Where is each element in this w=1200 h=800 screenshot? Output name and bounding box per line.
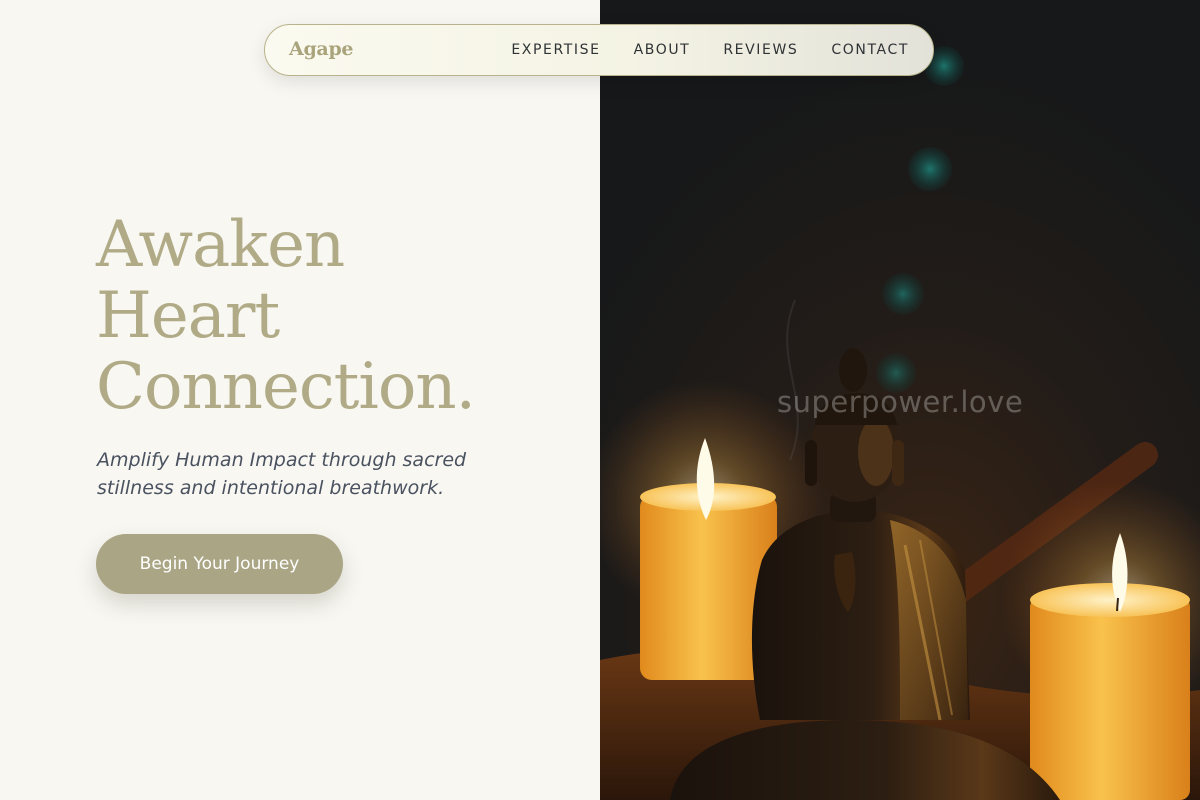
hero-left-panel: Awaken Heart Connection. Amplify Human I… xyxy=(0,0,600,800)
watermark-text: superpower.love xyxy=(777,385,1024,419)
top-navbar: Agape EXPERTISE ABOUT REVIEWS CONTACT xyxy=(264,24,934,76)
nav-links: EXPERTISE ABOUT REVIEWS CONTACT xyxy=(511,42,909,58)
landing-page: Awaken Heart Connection. Amplify Human I… xyxy=(0,0,1200,800)
nav-link-contact[interactable]: CONTACT xyxy=(831,42,909,58)
nav-link-expertise[interactable]: EXPERTISE xyxy=(511,42,600,58)
nav-link-reviews[interactable]: REVIEWS xyxy=(723,42,798,58)
hero-title: Awaken Heart Connection. xyxy=(96,208,476,424)
begin-journey-button[interactable]: Begin Your Journey xyxy=(96,534,343,594)
hero-title-line: Connection. xyxy=(96,350,476,424)
hero-title-line: Awaken xyxy=(96,208,345,282)
nav-link-about[interactable]: ABOUT xyxy=(634,42,691,58)
hero-subtitle: Amplify Human Impact through sacred stil… xyxy=(97,449,467,499)
brand-logo[interactable]: Agape xyxy=(289,38,354,60)
hero-title-line: Heart xyxy=(96,279,280,353)
